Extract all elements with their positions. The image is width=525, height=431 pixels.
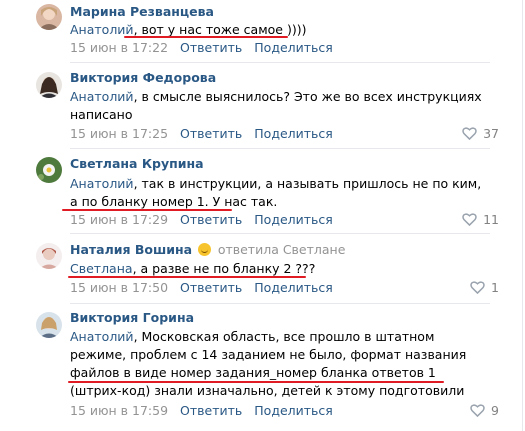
comment-time[interactable]: 15 июн в 17:59 xyxy=(70,403,168,418)
comment-text: Анатолий, в смысле выяснилось? Это же во… xyxy=(70,88,482,124)
comment-author[interactable]: Наталия Вошина ответила Светлане xyxy=(70,242,345,257)
like-count: 9 xyxy=(491,403,499,418)
replied-to-link[interactable]: ответила Светлане xyxy=(218,242,346,257)
like-button[interactable]: 1 xyxy=(470,280,499,295)
reply-button[interactable]: Ответить xyxy=(180,126,242,141)
avatar[interactable] xyxy=(36,312,62,338)
comment-meta: 15 июн в 17:50 Ответить Поделиться xyxy=(70,280,345,295)
like-count: 37 xyxy=(483,126,499,141)
comment-text: Анатолий, Московская область, все прошло… xyxy=(70,328,482,400)
share-button[interactable]: Поделиться xyxy=(254,280,333,295)
reply-button[interactable]: Ответить xyxy=(180,403,242,418)
like-button[interactable]: 11 xyxy=(462,212,499,227)
highlight-underline xyxy=(68,276,306,278)
comment-author[interactable]: Марина Резванцева xyxy=(70,4,214,19)
comment-meta: 15 июн в 17:59 Ответить Поделиться xyxy=(70,403,345,418)
comment-body: , а разве не по бланку 2 ??? xyxy=(132,261,316,276)
comment-body: , вот у нас тоже самое )))) xyxy=(133,22,307,37)
avatar[interactable] xyxy=(36,72,62,98)
comment-time[interactable]: 15 июн в 17:29 xyxy=(70,212,168,227)
reply-button[interactable]: Ответить xyxy=(180,280,242,295)
mention-link[interactable]: Анатолий xyxy=(70,176,134,191)
mention-link[interactable]: Анатолий xyxy=(70,89,134,104)
comment-author[interactable]: Виктория Федорова xyxy=(70,70,216,85)
reply-button[interactable]: Ответить xyxy=(180,40,242,55)
comment-author[interactable]: Светлана Крупина xyxy=(70,156,204,171)
mention-link[interactable]: Светлана xyxy=(70,261,133,276)
comments-panel: Марина Резванцева Анатолий, вот у нас то… xyxy=(0,0,523,431)
like-button[interactable]: 9 xyxy=(470,403,499,418)
comment-author[interactable]: Виктория Горина xyxy=(70,310,194,325)
avatar[interactable] xyxy=(36,157,62,183)
highlight-underline xyxy=(124,36,288,38)
avatar[interactable] xyxy=(36,243,62,269)
comment-time[interactable]: 15 июн в 17:22 xyxy=(70,40,168,55)
reply-button[interactable]: Ответить xyxy=(180,212,242,227)
comment-meta: 15 июн в 17:29 Ответить Поделиться xyxy=(70,212,345,227)
avatar[interactable] xyxy=(36,4,62,30)
comment-meta: 15 июн в 17:25 Ответить Поделиться xyxy=(70,126,345,141)
like-button[interactable]: 37 xyxy=(462,126,499,141)
author-name[interactable]: Наталия Вошина xyxy=(70,242,192,257)
divider xyxy=(70,303,490,304)
comment-time[interactable]: 15 июн в 17:25 xyxy=(70,126,168,141)
comment-meta: 15 июн в 17:22 Ответить Поделиться xyxy=(70,40,345,55)
like-count: 11 xyxy=(483,212,499,227)
heart-icon xyxy=(462,213,477,226)
divider xyxy=(70,62,490,63)
divider xyxy=(70,233,490,234)
mention-link[interactable]: Анатолий xyxy=(70,329,134,344)
divider xyxy=(70,148,490,149)
highlight-underline xyxy=(62,209,232,211)
heart-icon xyxy=(470,404,485,417)
share-button[interactable]: Поделиться xyxy=(254,126,333,141)
highlight-underline xyxy=(68,381,444,383)
smile-emoji-icon xyxy=(198,243,212,256)
like-count: 1 xyxy=(491,280,499,295)
share-button[interactable]: Поделиться xyxy=(254,40,333,55)
share-button[interactable]: Поделиться xyxy=(254,403,333,418)
heart-icon xyxy=(470,281,485,294)
heart-icon xyxy=(462,127,477,140)
share-button[interactable]: Поделиться xyxy=(254,212,333,227)
mention-link[interactable]: Анатолий xyxy=(70,22,134,37)
comment-text: Анатолий, так в инструкции, а называть п… xyxy=(70,175,482,211)
comment-time[interactable]: 15 июн в 17:50 xyxy=(70,280,168,295)
